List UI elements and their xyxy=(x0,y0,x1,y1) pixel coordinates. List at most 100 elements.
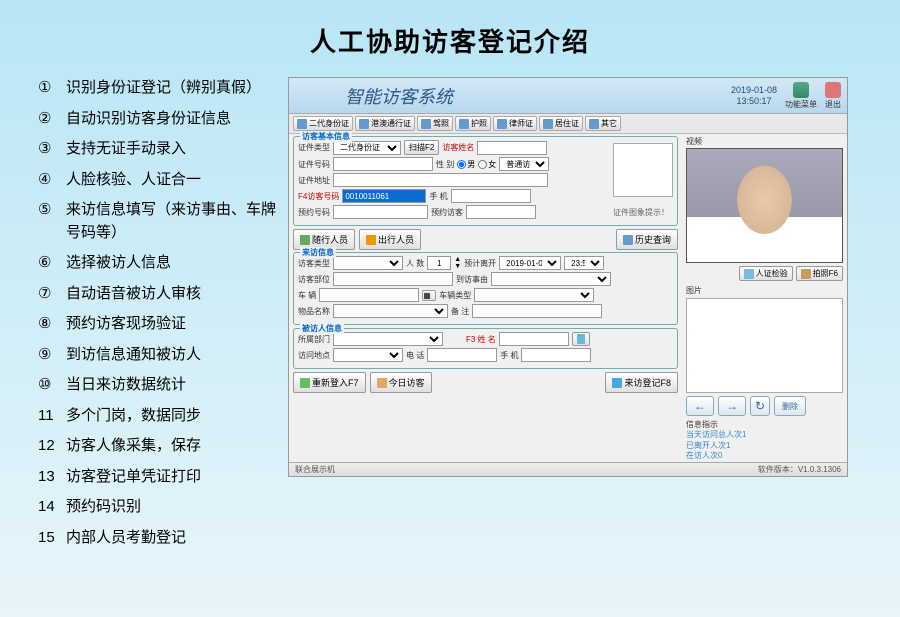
remark-input[interactable] xyxy=(472,304,602,318)
label: 车 辆 xyxy=(298,290,316,301)
toolbar-button[interactable]: 居住证 xyxy=(539,116,583,131)
label: 物品名称 xyxy=(298,306,330,317)
datetime: 2019-01-0813:50:17 xyxy=(731,85,777,107)
group-title: 访客基本信息 xyxy=(300,131,352,142)
goods-select[interactable] xyxy=(333,304,448,318)
car-type-select[interactable] xyxy=(474,288,594,302)
toolbar-button[interactable]: 二代身份证 xyxy=(293,116,353,131)
group-visitee-info: 被访人信息 所属部门 F3 姓 名 访问地点 电 话 手 机 xyxy=(293,328,678,369)
register-button[interactable]: 来访登记F8 xyxy=(605,372,678,393)
label: 人 数 xyxy=(406,258,424,269)
feature-item: 12访客人像采集，保存 xyxy=(38,435,288,458)
feature-item: ③支持无证手动录入 xyxy=(38,138,288,161)
feature-item: 14预约码识别 xyxy=(38,496,288,519)
group-title: 被访人信息 xyxy=(300,323,344,334)
feature-item: ⑤来访信息填写（来访事由、车牌号码等） xyxy=(38,199,288,244)
visit-location-select[interactable] xyxy=(333,348,403,362)
feature-item: ⑥选择被访人信息 xyxy=(38,252,288,275)
toolbar-button[interactable]: 律师证 xyxy=(493,116,537,131)
leave-date-select[interactable]: 2019-01-08 xyxy=(499,256,561,270)
toolbar: 二代身份证港澳通行证驾照护照律师证居住证其它 xyxy=(289,114,847,134)
sex-female-radio[interactable]: 女 xyxy=(478,159,496,170)
capture-button[interactable]: 拍照F6 xyxy=(796,266,843,281)
label: 备 注 xyxy=(451,306,469,317)
feature-item: 11多个门岗，数据同步 xyxy=(38,405,288,428)
feature-item: ①识别身份证登记（辨别真假） xyxy=(38,77,288,100)
label: 到访事由 xyxy=(456,274,488,285)
nav-prev-button[interactable]: ← xyxy=(686,396,714,416)
footer-right: 软件版本：V1.0.3.1306 xyxy=(758,464,841,475)
out-button[interactable]: 出行人员 xyxy=(359,229,421,250)
visitor-name-input[interactable] xyxy=(477,141,547,155)
people-count-input[interactable] xyxy=(427,256,451,270)
label: 预约访客 xyxy=(431,207,463,218)
history-button[interactable]: 历史查询 xyxy=(616,229,678,250)
feature-item: ⑦自动语音被访人审核 xyxy=(38,283,288,306)
app-title: 智能访客系统 xyxy=(345,83,453,109)
face-check-button[interactable]: 人证检验 xyxy=(739,266,793,281)
app-header: 智能访客系统 2019-01-0813:50:17 功能菜单 退出 xyxy=(289,78,847,114)
reserve-no-input[interactable] xyxy=(333,205,428,219)
label: 访问地点 xyxy=(298,350,330,361)
label: 证件号码 xyxy=(298,159,330,170)
feature-item: ④人脸核验、人证合一 xyxy=(38,169,288,192)
video-label: 视频 xyxy=(686,136,843,147)
visit-dept-input[interactable] xyxy=(333,272,453,286)
leave-time-select[interactable]: 23:59 xyxy=(564,256,604,270)
label: 预计离开 xyxy=(464,258,496,269)
exit-button[interactable]: 退出 xyxy=(825,82,841,110)
visit-reason-select[interactable] xyxy=(491,272,611,286)
visit-type-select[interactable] xyxy=(333,256,403,270)
car-plate-button[interactable]: ▦ xyxy=(422,290,436,301)
sex-male-radio[interactable]: 男 xyxy=(457,159,475,170)
label: 车辆类型 xyxy=(439,290,471,301)
photo-area xyxy=(686,298,843,393)
nav-refresh-button[interactable]: ↻ xyxy=(750,396,770,416)
cert-photo-box xyxy=(613,143,673,197)
nav-next-button[interactable]: → xyxy=(718,396,746,416)
label: 性 别 xyxy=(436,159,454,170)
cert-no-input[interactable] xyxy=(333,157,433,171)
stats-panel: 信息指示 当天访问总人次1 已离开人次1 在访人次0 xyxy=(686,420,843,462)
label: 手 机 xyxy=(429,191,447,202)
visitor-no-input[interactable] xyxy=(342,189,426,203)
car-input[interactable] xyxy=(319,288,419,302)
toolbar-button[interactable]: 护照 xyxy=(455,116,491,131)
label: 访客类型 xyxy=(298,258,330,269)
relogin-button[interactable]: 重新登入F7 xyxy=(293,372,366,393)
visitee-mobile-input[interactable] xyxy=(521,348,591,362)
feature-item: ⑧预约访客现场验证 xyxy=(38,313,288,336)
reserve-visitor-input[interactable] xyxy=(466,205,536,219)
feature-list: ①识别身份证登记（辨别真假）②自动识别访客身份证信息③支持无证手动录入④人脸核验… xyxy=(38,77,288,557)
cert-type-select[interactable]: 二代身份证 xyxy=(333,141,401,155)
photo-label: 图片 xyxy=(686,285,843,296)
phone-input[interactable] xyxy=(451,189,531,203)
menu-button[interactable]: 功能菜单 xyxy=(785,82,817,110)
label: F3 姓 名 xyxy=(466,334,496,345)
visitee-name-input[interactable] xyxy=(499,332,569,346)
feature-item: ⑩当日来访数据统计 xyxy=(38,374,288,397)
visitee-lookup-button[interactable] xyxy=(572,332,590,346)
feature-item: 13访客登记单凭证打印 xyxy=(38,466,288,489)
feature-item: 15内部人员考勤登记 xyxy=(38,527,288,550)
label: F4访客号码 xyxy=(298,191,339,202)
group-visit-info: 来访信息 访客类型 人 数 ▲▼ 预计离开 2019-01-08 23:59 访… xyxy=(293,252,678,325)
label: 访客部位 xyxy=(298,274,330,285)
toolbar-button[interactable]: 驾照 xyxy=(417,116,453,131)
stepper[interactable]: ▲▼ xyxy=(454,256,461,270)
toolbar-button[interactable]: 港澳通行证 xyxy=(355,116,415,131)
label: 访客姓名 xyxy=(442,142,474,153)
nav-delete-button[interactable]: 删除 xyxy=(774,396,806,416)
scan-button[interactable]: 扫描F2 xyxy=(404,140,439,155)
toolbar-button[interactable]: 其它 xyxy=(585,116,621,131)
label: 预约号码 xyxy=(298,207,330,218)
cert-addr-input[interactable] xyxy=(333,173,548,187)
video-preview xyxy=(686,148,843,263)
app-window: 智能访客系统 2019-01-0813:50:17 功能菜单 退出 二代身份证港… xyxy=(288,77,848,477)
visitor-type-select[interactable]: 普通访客 xyxy=(499,157,549,171)
label: 电 话 xyxy=(406,350,424,361)
cert-hint: 证件图象提示！ xyxy=(613,207,669,218)
visitee-phone-input[interactable] xyxy=(427,348,497,362)
today-button[interactable]: 今日访客 xyxy=(370,372,432,393)
visitee-dept-select[interactable] xyxy=(333,332,443,346)
